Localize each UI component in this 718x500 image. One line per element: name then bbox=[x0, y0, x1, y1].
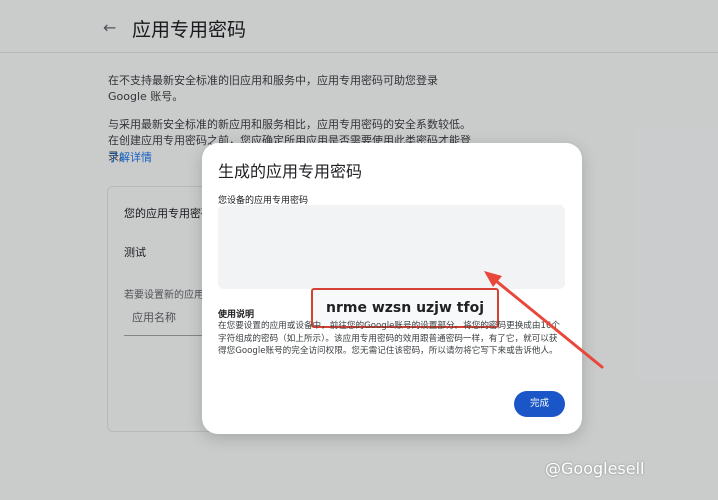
done-button[interactable]: 完成 bbox=[514, 391, 565, 417]
generated-password-dialog: 生成的应用专用密码 您设备的应用专用密码 nrme wzsn uzjw tfoj… bbox=[202, 143, 582, 434]
dialog-title: 生成的应用专用密码 bbox=[218, 162, 363, 181]
password-container: nrme wzsn uzjw tfoj bbox=[218, 205, 565, 328]
watermark-text: @Googlesell bbox=[545, 459, 645, 478]
usage-title: 使用说明 bbox=[218, 310, 255, 320]
usage-text: 在您要设置的应用或设备中，前往您的Google账号的设置部分。将您的密码更换成由… bbox=[218, 321, 561, 356]
